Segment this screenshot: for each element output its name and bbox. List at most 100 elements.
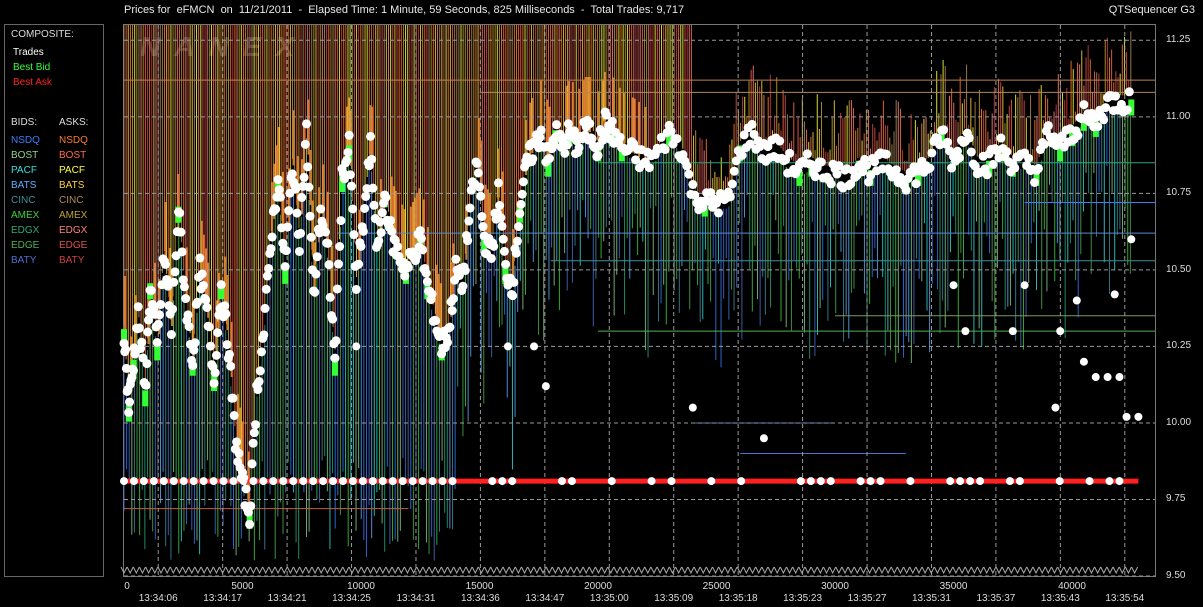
trade-tick-mark — [342, 566, 350, 575]
trade-point — [275, 192, 285, 202]
trade-tick-mark — [330, 566, 337, 575]
trade-tick-mark — [1112, 566, 1120, 575]
trade-point — [530, 342, 539, 351]
trade-point — [881, 149, 891, 159]
trade-tick-mark — [656, 566, 664, 575]
trade-tick-mark — [613, 566, 621, 575]
trade-point — [1008, 327, 1017, 336]
trade-point — [241, 484, 251, 494]
trade-tick-mark — [588, 566, 596, 575]
trade-point — [422, 277, 432, 287]
trade-point — [567, 477, 576, 486]
trade-point — [381, 192, 391, 202]
trade-point — [343, 147, 353, 157]
trade-point — [139, 477, 148, 486]
trade-tick-mark — [724, 566, 732, 575]
trade-point — [421, 268, 431, 278]
trade-tick-mark — [293, 566, 300, 575]
trade-point — [785, 148, 795, 158]
trade-point — [296, 228, 306, 238]
trade-point — [714, 208, 724, 218]
trade-tick-mark — [1088, 566, 1095, 575]
trade-tick-mark — [194, 566, 202, 575]
trade-point — [125, 397, 135, 407]
trade-point — [253, 385, 263, 395]
trade-point — [810, 172, 820, 182]
trade-tick-mark — [810, 566, 818, 575]
trade-point — [170, 267, 180, 277]
trade-point — [284, 206, 294, 216]
trade-point — [1079, 100, 1089, 110]
trade-point — [316, 204, 326, 214]
trade-point — [211, 350, 221, 360]
trade-tick-mark — [484, 566, 492, 575]
trade-point — [232, 437, 242, 447]
trade-point — [688, 179, 698, 189]
trade-point — [234, 448, 244, 458]
trade-tick-mark — [428, 566, 436, 575]
trade-tick-mark — [367, 566, 374, 575]
trade-tick-mark — [749, 566, 757, 575]
y-tick-label: 10.75 — [1166, 187, 1192, 199]
trade-tick-mark — [989, 566, 997, 575]
trade-point — [348, 477, 357, 486]
trade-tick-mark — [675, 566, 683, 575]
trade-point — [175, 208, 185, 218]
trade-point — [260, 303, 270, 313]
y-tick-label: 10.00 — [1166, 416, 1192, 428]
trade-tick-mark — [151, 566, 159, 575]
trade-point — [1085, 477, 1094, 486]
trade-tick-mark — [354, 566, 362, 575]
trade-tick-mark — [742, 566, 750, 575]
trade-point — [615, 132, 625, 142]
time-tick-label: 13:34:17 — [203, 593, 243, 604]
trade-tick-mark — [527, 566, 535, 575]
trade-point — [729, 166, 739, 176]
trade-point — [190, 338, 200, 348]
time-tick-label: 13:34:25 — [332, 593, 371, 604]
time-tick-label: 13:35:31 — [912, 593, 951, 604]
trade-point — [324, 260, 334, 270]
trade-point — [188, 361, 198, 371]
trade-tick-mark — [471, 566, 479, 575]
trade-point — [137, 337, 147, 347]
trade-point — [458, 281, 468, 291]
trade-tick-mark — [434, 566, 442, 575]
trade-point — [1002, 147, 1012, 157]
trade-point — [682, 161, 692, 171]
trade-point — [267, 232, 277, 242]
trade-point — [299, 172, 309, 182]
trade-tick-mark — [582, 566, 590, 575]
trade-point — [1124, 87, 1134, 97]
trade-point — [220, 301, 230, 311]
trade-tick-mark — [120, 566, 128, 575]
trade-tick-mark — [188, 566, 196, 575]
trade-point — [509, 277, 519, 287]
trade-point — [1072, 296, 1081, 305]
trade-tick-mark — [132, 566, 140, 575]
trade-tick-mark — [718, 566, 726, 575]
trade-point — [160, 259, 170, 269]
trade-point — [177, 247, 187, 257]
trade-tick-mark — [299, 566, 307, 575]
trade-tick-mark — [958, 566, 966, 575]
trade-tick-mark — [638, 566, 646, 575]
trade-point — [1099, 115, 1109, 125]
trade-tick-mark — [1007, 566, 1015, 575]
trade-point — [229, 411, 239, 421]
trade-point — [495, 200, 505, 210]
trade-point — [552, 120, 562, 130]
trade-point — [660, 145, 670, 155]
trade-point — [283, 222, 293, 232]
trade-point — [336, 216, 346, 226]
trade-point — [498, 477, 507, 486]
trade-point — [209, 477, 218, 486]
trade-point — [1122, 412, 1131, 421]
trade-tick-mark — [878, 566, 886, 575]
trade-point — [498, 234, 508, 244]
trade-tick-mark — [921, 566, 929, 575]
trade-point — [514, 222, 524, 232]
trade-tick-mark — [551, 566, 559, 575]
trade-point — [338, 477, 347, 486]
trade-tick-mark — [650, 566, 658, 575]
